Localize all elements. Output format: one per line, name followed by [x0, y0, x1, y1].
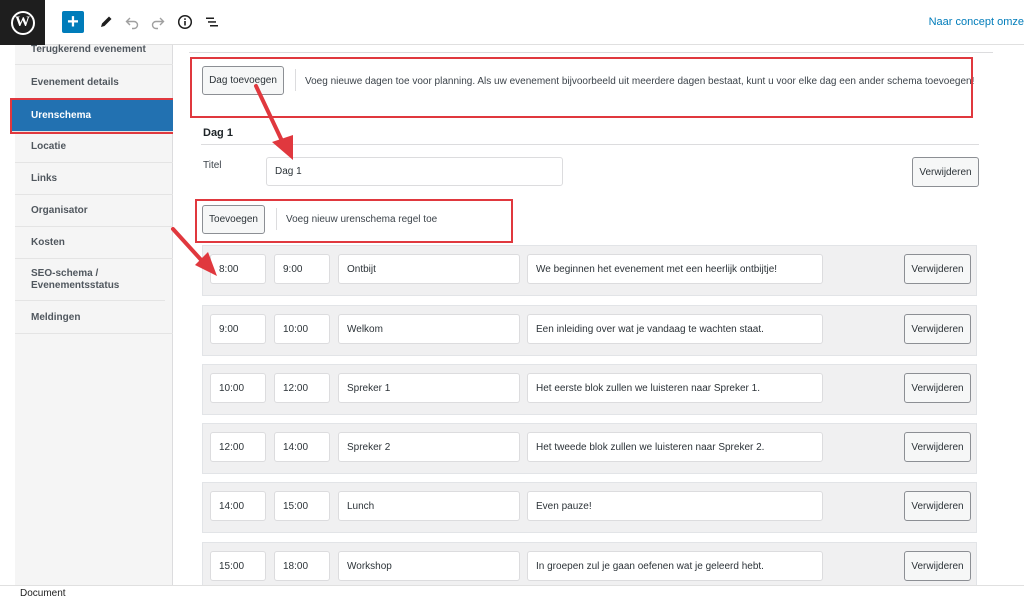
- day-title-input[interactable]: Dag 1: [266, 157, 563, 186]
- list-view-icon[interactable]: [201, 11, 223, 33]
- add-row-button[interactable]: Toevoegen: [202, 205, 265, 234]
- end-time-input[interactable]: 18:00: [274, 551, 330, 581]
- start-time-input[interactable]: 10:00: [210, 373, 266, 403]
- urenschema-panel: Dag toevoegen Voeg nieuwe dagen toe voor…: [173, 45, 1009, 585]
- end-time-input[interactable]: 14:00: [274, 432, 330, 462]
- pencil-icon[interactable]: [95, 11, 117, 33]
- remove-row-button[interactable]: Verwijderen: [904, 491, 971, 521]
- start-time-input[interactable]: 8:00: [210, 254, 266, 284]
- tab-organisator[interactable]: Organisator: [15, 195, 173, 227]
- wordpress-icon: W: [10, 10, 35, 35]
- add-day-description: Voeg nieuwe dagen toe voor planning. Als…: [305, 76, 975, 87]
- switch-to-draft-link[interactable]: Naar concept omze: [929, 16, 1024, 28]
- start-time-input[interactable]: 12:00: [210, 432, 266, 462]
- tab-terugkerend-evenement[interactable]: Terugkerend evenement: [15, 35, 173, 65]
- divider: [189, 52, 993, 53]
- row-description-input[interactable]: Even pauze!: [527, 491, 823, 521]
- row-title-input[interactable]: Ontbijt: [338, 254, 520, 284]
- row-title-input[interactable]: Welkom: [338, 314, 520, 344]
- add-row-description: Voeg nieuw urenschema regel toe: [286, 214, 438, 225]
- tab-meldingen[interactable]: Meldingen: [15, 302, 173, 334]
- title-label: Titel: [203, 160, 222, 171]
- end-time-input[interactable]: 9:00: [274, 254, 330, 284]
- schedule-row: 10:00 12:00 Spreker 1 Het eerste blok zu…: [202, 364, 977, 415]
- remove-row-button[interactable]: Verwijderen: [904, 373, 971, 403]
- remove-row-button[interactable]: Verwijderen: [904, 551, 971, 581]
- remove-row-button[interactable]: Verwijderen: [904, 254, 971, 284]
- end-time-input[interactable]: 12:00: [274, 373, 330, 403]
- end-time-input[interactable]: 15:00: [274, 491, 330, 521]
- undo-icon[interactable]: [121, 11, 143, 33]
- schedule-row: 8:00 9:00 Ontbijt We beginnen het evenem…: [202, 245, 977, 296]
- tab-urenschema[interactable]: Urenschema: [10, 98, 178, 134]
- highlight-box: [190, 57, 973, 118]
- row-description-input[interactable]: Een inleiding over wat je vandaag te wac…: [527, 314, 823, 344]
- schedule-row: 12:00 14:00 Spreker 2 Het tweede blok zu…: [202, 423, 977, 474]
- start-time-input[interactable]: 14:00: [210, 491, 266, 521]
- row-description-input[interactable]: We beginnen het evenement met een heerli…: [527, 254, 823, 284]
- row-description-input[interactable]: Het tweede blok zullen we luisteren naar…: [527, 432, 823, 462]
- breadcrumb[interactable]: Document: [0, 585, 1024, 601]
- plus-icon[interactable]: +: [62, 11, 84, 33]
- remove-row-button[interactable]: Verwijderen: [904, 314, 971, 344]
- divider: [201, 144, 979, 145]
- row-title-input[interactable]: Lunch: [338, 491, 520, 521]
- tab-seo-schema[interactable]: SEO-schema / Evenementsstatus: [15, 259, 165, 301]
- divider: [295, 69, 296, 91]
- row-title-input[interactable]: Workshop: [338, 551, 520, 581]
- remove-day-button[interactable]: Verwijderen: [912, 157, 979, 187]
- tab-kosten[interactable]: Kosten: [15, 227, 173, 259]
- row-description-input[interactable]: Het eerste blok zullen we luisteren naar…: [527, 373, 823, 403]
- remove-row-button[interactable]: Verwijderen: [904, 432, 971, 462]
- redo-icon[interactable]: [147, 11, 169, 33]
- add-day-button[interactable]: Dag toevoegen: [202, 66, 284, 95]
- info-icon[interactable]: [174, 11, 196, 33]
- divider: [276, 208, 277, 230]
- start-time-input[interactable]: 9:00: [210, 314, 266, 344]
- day-heading: Dag 1: [203, 127, 233, 139]
- row-title-input[interactable]: Spreker 2: [338, 432, 520, 462]
- meta-box-tabs: Terugkerend evenement Evenement details …: [10, 44, 178, 585]
- schedule-row: 9:00 10:00 Welkom Een inleiding over wat…: [202, 305, 977, 356]
- tab-locatie[interactable]: Locatie: [15, 131, 173, 163]
- tab-evenement-details[interactable]: Evenement details: [15, 67, 173, 99]
- end-time-input[interactable]: 10:00: [274, 314, 330, 344]
- row-title-input[interactable]: Spreker 1: [338, 373, 520, 403]
- schedule-row: 15:00 18:00 Workshop In groepen zul je g…: [202, 542, 977, 585]
- start-time-input[interactable]: 15:00: [210, 551, 266, 581]
- row-description-input[interactable]: In groepen zul je gaan oefenen wat je ge…: [527, 551, 823, 581]
- schedule-row: 14:00 15:00 Lunch Even pauze! Verwijdere…: [202, 482, 977, 533]
- tab-links[interactable]: Links: [15, 163, 173, 195]
